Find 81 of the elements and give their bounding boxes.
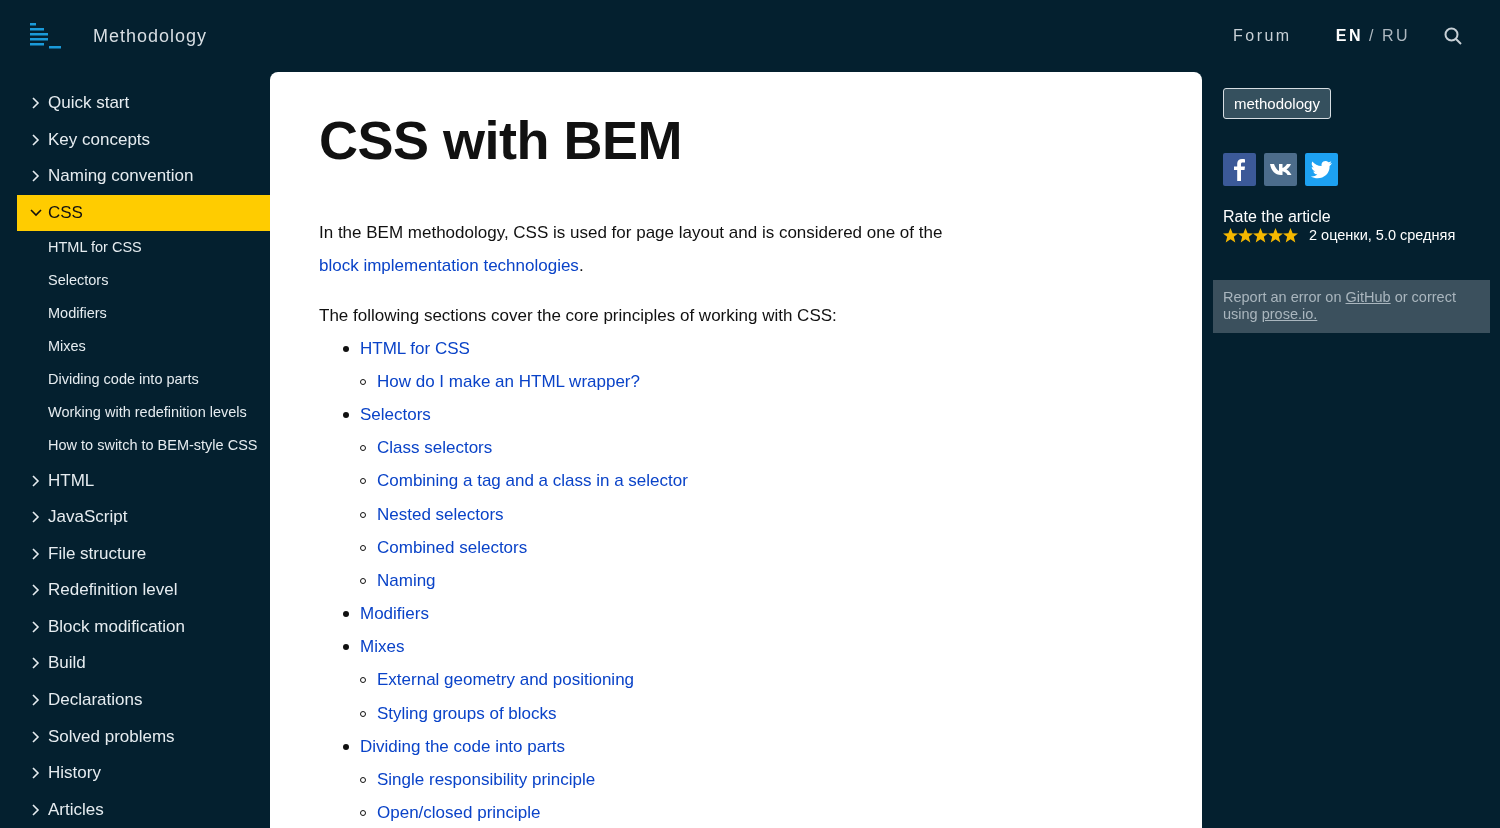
star-rating[interactable] <box>1223 227 1298 243</box>
chevron-right-icon <box>30 803 42 816</box>
lead-text: The following sections cover the core principles of working with CSS: <box>319 305 838 327</box>
chevron-right-icon <box>30 620 42 633</box>
star-icon <box>1253 228 1268 243</box>
bullet-icon <box>343 411 349 418</box>
sidebar-subitem[interactable]: HTML for CSS <box>17 231 270 265</box>
sidebar-subitem[interactable]: Selectors <box>17 264 270 298</box>
chevron-right-icon <box>30 767 42 780</box>
sidebar-item[interactable]: File structure <box>17 535 270 573</box>
bullet-icon <box>343 743 349 750</box>
star-icon <box>1283 228 1298 243</box>
vk-icon[interactable] <box>1264 153 1297 186</box>
link[interactable]: GitHub <box>1345 289 1391 305</box>
toc-link[interactable]: HTML for CSS <box>360 338 470 359</box>
toc-link[interactable]: Modifiers <box>360 604 429 625</box>
link[interactable]: prose.io. <box>1261 306 1318 322</box>
toc-link[interactable]: Nested selectors <box>377 504 504 525</box>
article-title: CSS with BEM <box>319 109 683 172</box>
rating-summary: 2 оценки, 5.0 средняя <box>1309 227 1456 243</box>
toc-link[interactable]: Single responsibility principle <box>377 770 596 791</box>
sidebar-item[interactable]: JavaScript <box>17 498 270 536</box>
chevron-right-icon <box>30 97 42 110</box>
toc-link[interactable]: Mixes <box>360 637 405 658</box>
chevron-right-icon <box>30 584 42 597</box>
toc-link[interactable]: Dividing the code into parts <box>360 736 566 757</box>
toc-link[interactable]: Selectors <box>360 404 431 425</box>
sidebar-item[interactable]: Redefinition level <box>17 572 270 609</box>
sidebar-item[interactable]: Block modification <box>17 608 270 646</box>
sidebar-subitem[interactable]: Modifiers <box>17 297 270 331</box>
sidebar-subitem[interactable]: How to switch to BEM-style CSS <box>17 429 270 463</box>
chevron-right-icon <box>30 511 42 524</box>
toc-link[interactable]: Naming <box>377 570 436 591</box>
bullet-icon <box>343 644 349 651</box>
nav-link[interactable]: Forum <box>1232 27 1292 45</box>
chevron-right-icon <box>30 547 42 560</box>
star-icon <box>1238 228 1253 243</box>
toc-link[interactable]: How do I make an HTML wrapper? <box>377 371 640 392</box>
chevron-right-icon <box>30 170 42 183</box>
search-button[interactable] <box>1444 27 1462 45</box>
sidebar-subitem[interactable]: Mixes <box>17 330 270 364</box>
language-link[interactable]: EN <box>1335 27 1363 45</box>
site-title[interactable]: Methodology <box>93 25 208 47</box>
sidebar-subitem[interactable]: Dividing code into parts <box>17 363 270 397</box>
tag-button[interactable]: methodology <box>1223 88 1331 119</box>
report-panel: Report an error on GitHub or correct using prose.io. <box>1213 280 1490 333</box>
facebook-icon[interactable] <box>1223 153 1256 186</box>
toc-link[interactable]: Class selectors <box>377 438 493 459</box>
chevron-right-icon <box>30 730 42 743</box>
sidebar-item[interactable]: Declarations <box>17 681 270 719</box>
toc-link[interactable]: Open/closed principle <box>377 803 541 824</box>
chevron-right-icon <box>30 657 42 670</box>
rating-title: Rate the article <box>1223 208 1332 226</box>
sidebar-item[interactable]: Articles <box>17 791 270 828</box>
sidebar-subitem[interactable]: Working with redefinition levels <box>17 396 270 430</box>
chevron-right-icon <box>30 694 42 707</box>
language-separator: / <box>1368 27 1376 45</box>
intro-paragraph: In the BEM methodology, CSS is used for page layout and is considered one of the block implementation technologies. <box>319 222 944 277</box>
sidebar-item[interactable]: Quick start <box>17 85 270 122</box>
star-icon <box>1223 228 1238 243</box>
toc-link[interactable]: External geometry and positioning <box>377 670 635 691</box>
sidebar-item[interactable]: History <box>17 754 270 792</box>
bullet-icon <box>343 611 349 618</box>
link[interactable]: block implementation technologies <box>319 256 579 275</box>
sidebar-item[interactable]: Build <box>17 645 270 682</box>
star-icon <box>1268 228 1283 243</box>
sidebar-item[interactable]: CSS <box>17 194 270 232</box>
bullet-icon <box>343 345 349 352</box>
sidebar-item[interactable]: Naming convention <box>17 158 270 195</box>
language-link[interactable]: RU <box>1381 27 1410 45</box>
toc-link[interactable]: Styling groups of blocks <box>377 703 557 724</box>
logo-icon <box>30 23 62 49</box>
chevron-down-icon <box>30 207 42 219</box>
toc-link[interactable]: Combined selectors <box>377 537 528 558</box>
sidebar-item[interactable]: Key concepts <box>17 121 270 159</box>
toc-link[interactable]: Combining a tag and a class in a selector <box>377 471 688 492</box>
sidebar-item[interactable]: Solved problems <box>17 718 270 755</box>
sidebar-item[interactable]: HTML <box>17 462 270 499</box>
twitter-bird-icon[interactable] <box>1305 153 1338 186</box>
chevron-right-icon <box>30 133 42 146</box>
chevron-right-icon <box>30 474 42 487</box>
